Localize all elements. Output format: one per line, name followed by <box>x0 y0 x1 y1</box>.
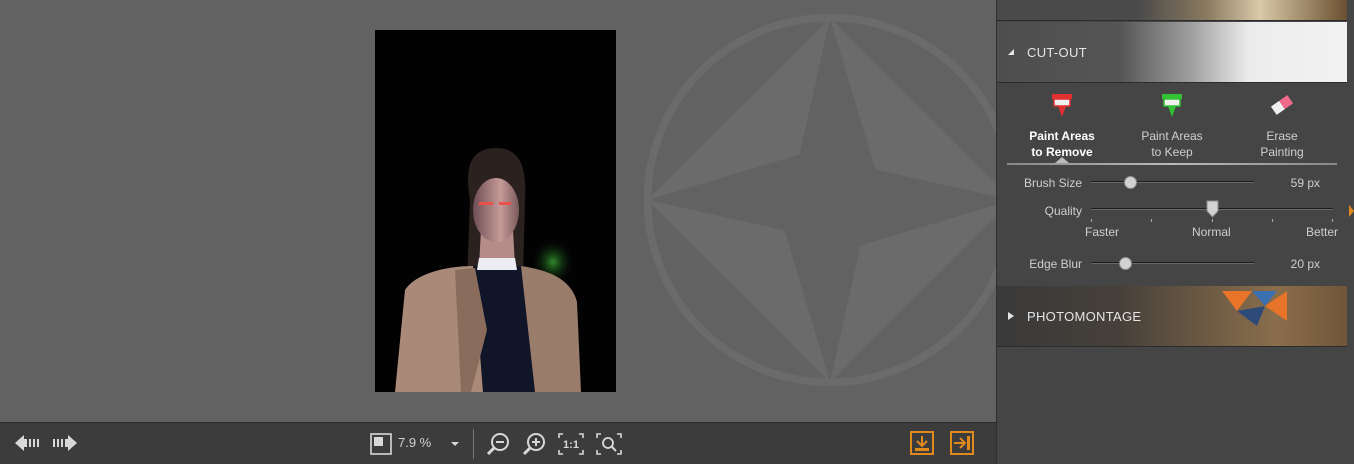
app-window: 7.9 % 1:1 CUT-OUT Paint Areas to Remove … <box>0 0 1354 464</box>
side-panel: CUT-OUT Paint Areas to Remove Paint Area… <box>996 0 1354 464</box>
erase-painting-tool[interactable]: Erase Painting <box>1227 92 1337 160</box>
toolbar-divider <box>473 429 474 459</box>
photomontage-title: PHOTOMONTAGE <box>1027 309 1142 324</box>
zoom-level: 7.9 % <box>398 435 432 450</box>
brush-size-slider[interactable] <box>1091 181 1254 183</box>
brush-size-value: 59 px <box>1290 176 1320 190</box>
quality-better-label: Better <box>1306 225 1339 239</box>
panel-header-previous[interactable] <box>997 0 1347 21</box>
cutout-title: CUT-OUT <box>1027 45 1087 60</box>
red-marker-icon <box>1052 94 1072 117</box>
edge-blur-handle[interactable] <box>1118 257 1132 270</box>
brush-size-handle[interactable] <box>1123 176 1137 189</box>
zoom-dropdown-icon[interactable] <box>448 437 462 451</box>
paint-remove-label: Paint Areas to Remove <box>1029 129 1095 159</box>
tangram-decoration-icon <box>1222 291 1287 326</box>
logo-watermark-icon <box>643 13 996 387</box>
edge-blur-slider[interactable] <box>1091 262 1254 264</box>
quality-tick <box>1332 219 1333 222</box>
zoom-to-fit-icon[interactable] <box>594 430 624 458</box>
image-canvas[interactable] <box>0 0 996 422</box>
collapse-triangle-icon <box>1008 49 1014 55</box>
cutout-tool-selector: Paint Areas to Remove Paint Areas to Kee… <box>1007 92 1337 166</box>
quality-normal-label: Normal <box>1192 225 1231 239</box>
zoom-in-icon[interactable] <box>520 430 548 458</box>
fit-view-icon[interactable] <box>368 431 394 457</box>
quality-tick <box>1212 219 1213 222</box>
quality-tick <box>1151 219 1152 222</box>
prev-image-icon[interactable] <box>12 431 42 455</box>
paint-remove-tool[interactable]: Paint Areas to Remove <box>1007 92 1117 160</box>
eraser-icon <box>1270 95 1294 115</box>
paint-keep-tool[interactable]: Paint Areas to Keep <box>1117 92 1227 160</box>
edge-blur-label: Edge Blur <box>1029 257 1082 271</box>
green-marker-icon <box>1162 94 1182 117</box>
save-icon[interactable] <box>909 430 935 456</box>
edge-blur-value: 20 px <box>1290 257 1320 271</box>
brush-size-label: Brush Size <box>1023 176 1082 190</box>
photomontage-section-header[interactable]: PHOTOMONTAGE <box>997 286 1347 347</box>
portrait-image <box>375 30 616 392</box>
quality-label: Quality <box>1044 204 1082 218</box>
quality-handle[interactable] <box>1206 200 1219 218</box>
cutout-section-header[interactable]: CUT-OUT <box>997 22 1347 83</box>
svg-text:1:1: 1:1 <box>563 439 579 451</box>
panel-edge-arrow-icon[interactable] <box>1349 205 1354 217</box>
actual-size-icon[interactable]: 1:1 <box>556 430 586 458</box>
expand-triangle-icon <box>1008 312 1014 320</box>
export-icon[interactable] <box>949 430 975 456</box>
next-image-icon[interactable] <box>50 431 80 455</box>
tool-underline <box>1007 163 1337 165</box>
zoom-out-icon[interactable] <box>484 430 512 458</box>
paint-keep-label: Paint Areas to Keep <box>1141 129 1203 159</box>
photo-preview[interactable] <box>375 30 616 392</box>
quality-tick <box>1091 219 1092 222</box>
quality-tick <box>1272 219 1273 222</box>
bottom-toolbar: 7.9 % 1:1 <box>0 422 996 464</box>
quality-faster-label: Faster <box>1085 225 1120 239</box>
erase-painting-label: Erase Painting <box>1260 129 1304 159</box>
